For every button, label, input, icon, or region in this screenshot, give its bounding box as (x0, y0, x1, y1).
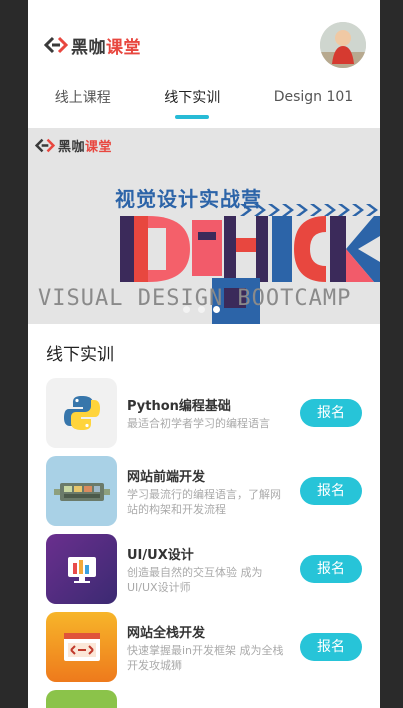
avatar-photo (320, 22, 366, 68)
fullstack-icon (46, 612, 117, 682)
carousel-dot[interactable] (198, 306, 205, 313)
next-course-thumb-peek (46, 690, 117, 708)
brand-name: 黑咖课堂 (71, 37, 141, 58)
enroll-button[interactable]: 报名 (300, 477, 362, 505)
uiux-icon (46, 534, 117, 604)
banner-logo-mark-icon (35, 138, 55, 153)
avatar[interactable] (320, 22, 366, 68)
brand-logo[interactable]: 黑咖课堂 (44, 33, 141, 58)
list-item[interactable]: Python编程基础 最适合初学者学习的编程语言 报名 (46, 378, 362, 448)
banner-cn-title: 视觉设计实战营 (115, 187, 262, 211)
status-bar (28, 0, 380, 14)
list-item[interactable]: 网站全栈开发 快速掌握最in开发框架 成为全栈开发攻城狮 报名 (46, 612, 362, 682)
section-title: 线下实训 (46, 345, 114, 365)
tab-design-101[interactable]: Design 101 (274, 89, 354, 113)
list-item[interactable]: UI/UX设计 创造最自然的交互体验 成为UI/UX设计师 报名 (46, 534, 362, 604)
enroll-button[interactable]: 报名 (300, 633, 362, 661)
course-title: 网站前端开发 (127, 469, 206, 485)
promo-banner[interactable]: 黑咖课堂 视觉设计实战营 VISUAL DESIGN BOOTCAMP (28, 128, 380, 324)
course-description: 最适合初学者学习的编程语言 (127, 417, 270, 430)
banner-logo: 黑咖课堂 (35, 136, 112, 155)
course-list: Python编程基础 最适合初学者学习的编程语言 报名 网站前端开发 学习最流行… (46, 378, 362, 690)
list-item[interactable]: 网站前端开发 学习最流行的编程语言，了解网站的构架和开发流程 报名 (46, 456, 362, 526)
tab-offline-training[interactable]: 线下实训 (164, 87, 220, 119)
enroll-button[interactable]: 报名 (300, 399, 362, 427)
course-title: 网站全栈开发 (127, 625, 206, 641)
carousel-dot[interactable] (183, 306, 190, 313)
course-title: Python编程基础 (127, 399, 231, 414)
active-tab-indicator (175, 115, 210, 119)
course-description: 创造最自然的交互体验 成为UI/UX设计师 (127, 565, 263, 594)
course-description: 学习最流行的编程语言，了解网站的构架和开发流程 (127, 487, 281, 516)
tab-bar: 线上课程 线下实训 Design 101 (28, 76, 380, 126)
python-icon (46, 378, 117, 448)
course-description: 快速掌握最in开发框架 成为全栈开发攻城狮 (127, 643, 284, 672)
enroll-button[interactable]: 报名 (300, 555, 362, 583)
frontend-icon (46, 456, 117, 526)
logo-mark-icon (44, 36, 68, 54)
app-screen: 黑咖课堂 线上课程 线下实训 Design 101 黑咖课堂 视觉设计实战营 V… (28, 0, 380, 708)
carousel-dot-active[interactable] (213, 306, 220, 313)
course-title: UI/UX设计 (127, 547, 194, 563)
tab-online-courses[interactable]: 线上课程 (55, 87, 111, 115)
carousel-dots (183, 306, 220, 313)
top-bar: 黑咖课堂 (28, 14, 380, 76)
